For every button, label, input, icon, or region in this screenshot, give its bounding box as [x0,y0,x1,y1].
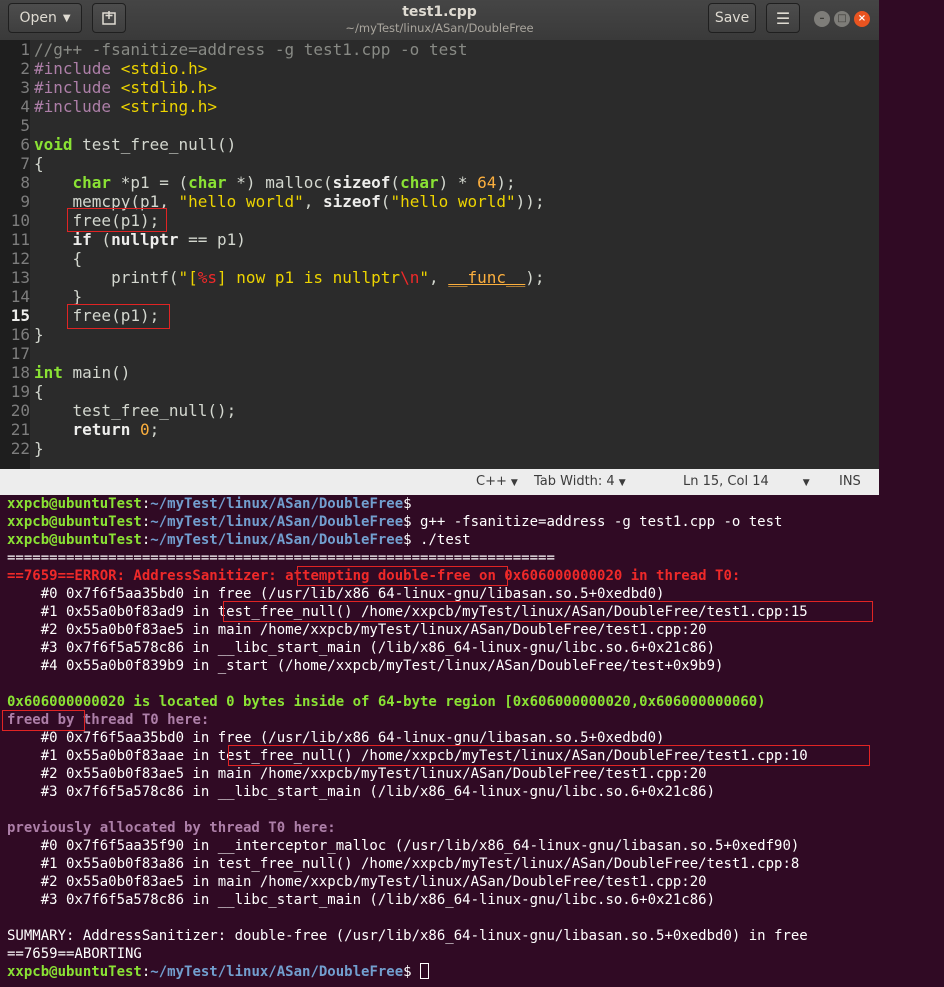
save-button[interactable]: Save [708,3,756,33]
language-selector[interactable]: C++ ▼ [476,474,518,489]
line-number: 17 [10,344,30,363]
title-bar: Open ▼ test1.cpp ~/myTest/linux/ASan/Dou… [0,0,879,40]
code-line: int main() [34,363,131,382]
line-number: 2 [20,59,30,78]
line-number: 1 [20,40,30,59]
close-button[interactable]: × [854,11,870,27]
code-line: { [34,154,44,173]
terminal-output[interactable]: xxpcb@ubuntuTest:~/myTest/linux/ASan/Dou… [0,495,944,987]
line-number: 12 [10,249,30,268]
separator-line: ========================================… [7,550,555,566]
insert-mode-indicator: INS [839,474,861,489]
hamburger-menu-button[interactable]: ☰ [766,3,800,33]
code-line: char *p1 = (char *) malloc(sizeof(char) … [72,173,516,192]
line-number: 10 [10,211,30,230]
line-number: 16 [10,325,30,344]
code-line: test_free_null(); [34,401,237,420]
code-line: { [34,382,44,401]
line-number: 7 [20,154,30,173]
stack-frame: #3 0x7f6f5a578c86 in __libc_start_main (… [7,892,716,908]
highlight-box [67,304,170,329]
menu-icon: ☰ [775,8,791,28]
code-line: #include <stdio.h> [34,59,208,78]
status-bar: C++ ▼ Tab Width: 4 ▼ Ln 15, Col 14 ▼ INS [0,469,879,495]
location-line: 0x606000000020 is located 0 bytes inside… [7,694,766,710]
code-editor[interactable]: 1 2 3 4 5 6 7 8 9 10 11 12 13 14 15 16 1… [0,40,879,469]
stack-frame: #4 0x55a0b0f839b9 in _start (/home/xxpcb… [7,658,724,674]
desktop-background [879,0,944,495]
highlight-box [67,208,167,232]
prompt-line: xxpcb@ubuntuTest:~/myTest/linux/ASan/Dou… [7,514,783,530]
code-line: { [34,249,83,268]
chevron-down-icon: ▼ [802,478,810,488]
line-number: 8 [20,173,30,192]
line-number-gutter: 1 2 3 4 5 6 7 8 9 10 11 12 13 14 15 16 1… [0,40,30,469]
minimize-button[interactable]: – [814,11,830,27]
highlight-box [2,710,85,731]
line-number: 9 [20,192,30,211]
line-number: 13 [10,268,30,287]
line-number: 20 [10,401,30,420]
stack-frame: #1 0x55a0b0f83a86 in test_free_null() /h… [7,856,800,872]
stack-frame: #3 0x7f6f5a578c86 in __libc_start_main (… [7,640,716,656]
code-line: void test_free_null() [34,135,237,154]
line-number: 19 [10,382,30,401]
prev-alloc-line: previously allocated by thread T0 here: [7,820,336,836]
code-line: printf("[%s] now p1 is nullptr\n", __fun… [34,268,545,287]
line-number-current: 15 [10,306,30,325]
code-line: } [34,325,44,344]
cursor-position-selector[interactable]: Ln 15, Col 14 ▼ [683,474,810,489]
chevron-down-icon: ▼ [510,478,518,488]
terminal-cursor [420,963,430,979]
prompt-line: xxpcb@ubuntuTest:~/myTest/linux/ASan/Dou… [7,532,471,548]
highlight-box [228,745,870,766]
code-line: #include <string.h> [34,97,218,116]
stack-frame: #2 0x55a0b0f83ae5 in main /home/xxpcb/my… [7,766,707,782]
highlight-box [223,601,873,622]
prompt-line: xxpcb@ubuntuTest:~/myTest/linux/ASan/Dou… [7,963,430,981]
stack-frame: #2 0x55a0b0f83ae5 in main /home/xxpcb/my… [7,622,707,638]
summary-line: SUMMARY: AddressSanitizer: double-free (… [7,928,808,944]
maximize-button[interactable]: □ [834,11,850,27]
line-number: 6 [20,135,30,154]
line-number: 3 [20,78,30,97]
code-line: //g++ -fsanitize=address -g test1.cpp -o… [34,40,468,59]
line-number: 18 [10,363,30,382]
code-line: if (nullptr == p1) [72,230,246,249]
stack-frame: #0 0x7f6f5aa35f90 in __interceptor_mallo… [7,838,800,854]
line-number: 21 [10,420,30,439]
line-number: 4 [20,97,30,116]
code-line: #include <stdlib.h> [34,78,218,97]
highlight-box [297,566,508,586]
code-line: return 0; [72,420,160,439]
tab-width-selector[interactable]: Tab Width: 4 ▼ [534,474,626,489]
line-number: 11 [10,230,30,249]
line-number: 14 [10,287,30,306]
gedit-window: Open ▼ test1.cpp ~/myTest/linux/ASan/Dou… [0,0,879,495]
prompt-line: xxpcb@ubuntuTest:~/myTest/linux/ASan/Dou… [7,496,412,512]
chevron-down-icon: ▼ [618,478,626,488]
line-number: 5 [20,116,30,135]
stack-frame: #3 0x7f6f5a578c86 in __libc_start_main (… [7,784,716,800]
stack-frame: #2 0x55a0b0f83ae5 in main /home/xxpcb/my… [7,874,707,890]
code-line: } [34,439,44,458]
line-number: 22 [10,439,30,458]
abort-line: ==7659==ABORTING [7,946,142,962]
